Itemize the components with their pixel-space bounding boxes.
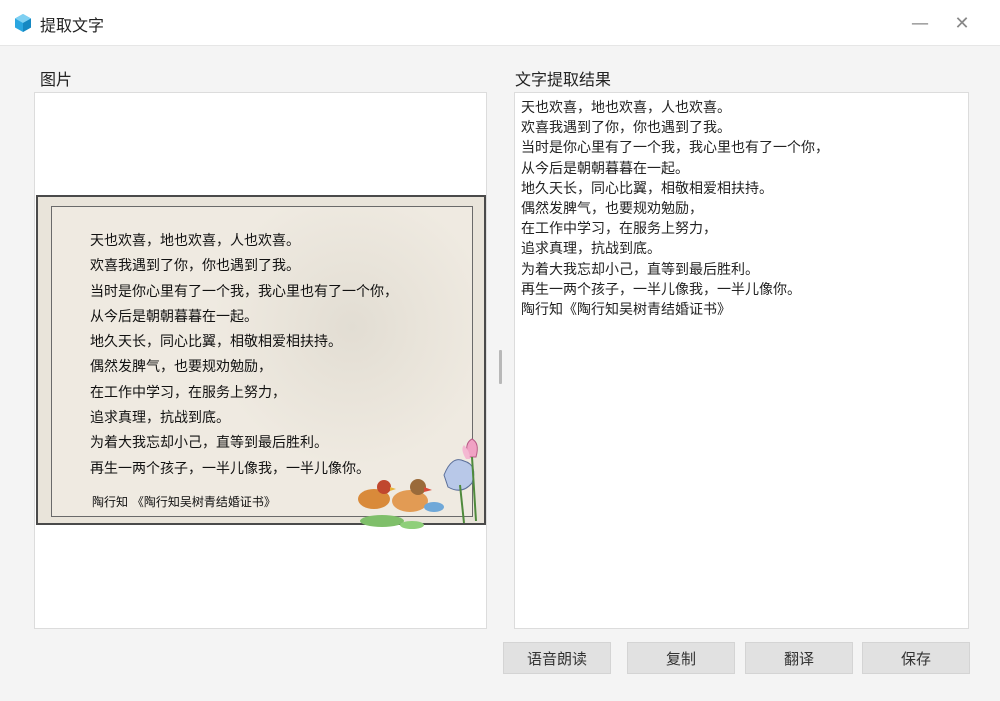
extracted-text-line: 在工作中学习，在服务上努力， — [521, 221, 717, 238]
app-logo-icon — [15, 14, 31, 32]
extracted-text-area[interactable]: 天也欢喜，地也欢喜，人也欢喜。 欢喜我遇到了你，你也遇到了我。当时是你心里有了一个… — [514, 92, 969, 629]
minimize-icon: — — [911, 12, 929, 34]
save-button[interactable]: 保存 — [862, 642, 970, 674]
extracted-text-line: 陶行知《陶行知吴树青结婚证书》 — [521, 301, 731, 318]
poem-image-line: 从今后是朝朝暮暮在一起。 — [90, 308, 258, 325]
window-title: 提取文字 — [40, 16, 105, 35]
translate-button[interactable]: 翻译 — [745, 642, 853, 674]
extracted-text-line: 再生一两个孩子，一半儿像我，一半儿像你。 — [521, 281, 801, 298]
close-button[interactable]: ✕ — [944, 6, 980, 40]
extracted-text-line: 从今后是朝朝暮暮在一起。 — [521, 160, 689, 177]
poem-image-line: 偶然发脾气，也要规劝勉励， — [90, 359, 272, 376]
extracted-text-line: 当时是你心里有了一个我，我心里也有了一个你， — [521, 140, 829, 157]
extracted-text-line: 追求真理，抗战到底。 — [521, 241, 661, 258]
copy-button[interactable]: 复制 — [627, 642, 735, 674]
extracted-text-line: 欢喜我遇到了你，你也遇到了我。 — [521, 120, 731, 137]
poem-image-inner: 天也欢喜，地也欢喜，人也欢喜。 欢喜我遇到了你，你也遇到了我。当时是你心里有了一个… — [51, 206, 478, 529]
poem-image: 天也欢喜，地也欢喜，人也欢喜。 欢喜我遇到了你，你也遇到了我。当时是你心里有了一个… — [36, 195, 486, 529]
poem-image-line: 追求真理，抗战到底。 — [90, 410, 230, 427]
image-section-label: 图片 — [40, 70, 73, 89]
extracted-text-line: 天也欢喜，地也欢喜，人也欢喜。 — [521, 100, 731, 116]
poem-image-line: 欢喜我遇到了你，你也遇到了我。 — [90, 258, 300, 275]
title-bar: 提取文字 — ✕ — [0, 0, 1000, 46]
poem-image-line: 地久天长，同心比翼，相敬相爱相扶持。 — [90, 334, 342, 351]
speak-button[interactable]: 语音朗读 — [503, 642, 611, 674]
extracted-text-line: 地久天长，同心比翼，相敬相爱相扶持。 — [521, 180, 773, 197]
extracted-text-line: 偶然发脾气，也要规劝勉励， — [521, 200, 703, 217]
poem-image-line: 当时是你心里有了一个我，我心里也有了一个你， — [90, 283, 398, 300]
poem-image-line: 在工作中学习，在服务上努力， — [90, 384, 286, 401]
minimize-button[interactable]: — — [902, 6, 938, 40]
result-section-label: 文字提取结果 — [515, 70, 612, 89]
panel-splitter-handle[interactable] — [499, 350, 502, 384]
poem-image-line: 天也欢喜，地也欢喜，人也欢喜。 — [90, 233, 300, 249]
mandarin-ducks-icon — [358, 438, 478, 529]
extracted-text-line: 为着大我忘却小己，直等到最后胜利。 — [521, 261, 759, 278]
poem-image-signature: 陶行知 《陶行知吴树青结婚证书》 — [92, 495, 276, 509]
image-preview-panel[interactable]: 天也欢喜，地也欢喜，人也欢喜。 欢喜我遇到了你，你也遇到了我。当时是你心里有了一个… — [34, 92, 487, 629]
close-icon: ✕ — [954, 12, 970, 34]
